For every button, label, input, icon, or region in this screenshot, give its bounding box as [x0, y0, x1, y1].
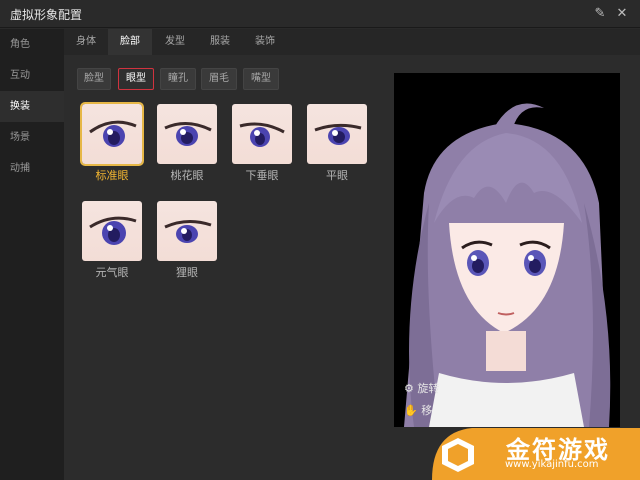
- window: 虚拟形象配置 ✎ ✕ 角色 互动 换装 场景 动捕 身体 脸部 发型 服装 装饰…: [0, 0, 640, 480]
- eye-card-standard[interactable]: [80, 102, 144, 166]
- eye-card-peach[interactable]: [157, 104, 217, 164]
- eye-thumbnail: [89, 216, 137, 245]
- eye-card-droopy[interactable]: [232, 104, 292, 164]
- eye-thumbnail: [314, 123, 362, 145]
- eye-label-energetic: 元气眼: [95, 266, 129, 279]
- sidebar: 角色 互动 换装 场景 动捕: [0, 29, 64, 480]
- eye-thumbnail: [239, 122, 285, 147]
- sidebar-item-mocap[interactable]: 动捕: [0, 153, 64, 184]
- eye-label-droopy: 下垂眼: [245, 169, 279, 182]
- avatar-preview[interactable]: [394, 73, 620, 427]
- title-bar: 虚拟形象配置 ✎ ✕: [0, 0, 640, 28]
- watermark-url: www.yikajinfu.com: [505, 459, 599, 470]
- eye-label-standard: 标准眼: [95, 169, 129, 182]
- eye-thumbnail: [89, 120, 137, 147]
- subtab-pupil[interactable]: 瞳孔: [160, 68, 196, 90]
- eye-label-peach: 桃花眼: [170, 169, 204, 182]
- tab-face[interactable]: 脸部: [108, 29, 152, 55]
- rotate-control[interactable]: ⚙ 旋转: [404, 380, 439, 396]
- eye-card-fox[interactable]: [157, 201, 217, 261]
- sidebar-item-interact[interactable]: 互动: [0, 60, 64, 91]
- sidebar-item-outfit[interactable]: 换装: [0, 91, 64, 122]
- eye-card-energetic[interactable]: [82, 201, 142, 261]
- eye-label-flat: 平眼: [326, 169, 348, 182]
- subtab-eye-shape[interactable]: 眼型: [118, 68, 154, 90]
- tab-clothes[interactable]: 服装: [198, 29, 242, 55]
- close-icon[interactable]: ✕: [612, 4, 632, 24]
- sidebar-item-role[interactable]: 角色: [0, 29, 64, 60]
- eye-thumbnail: [164, 220, 212, 243]
- window-title: 虚拟形象配置: [10, 8, 83, 22]
- rotate-icon: ⚙: [404, 382, 414, 395]
- edit-icon[interactable]: ✎: [590, 4, 610, 24]
- eye-label-fox: 狸眼: [176, 266, 198, 279]
- category-tabs: 身体 脸部 发型 服装 装饰: [64, 29, 640, 55]
- sidebar-item-scene[interactable]: 场景: [0, 122, 64, 153]
- tab-body[interactable]: 身体: [64, 29, 108, 55]
- avatar-illustration: [404, 103, 611, 427]
- eye-thumbnail: [164, 122, 212, 146]
- move-icon: ✋: [404, 404, 418, 417]
- subtab-mouth[interactable]: 嘴型: [243, 68, 279, 90]
- subtab-eyebrow[interactable]: 眉毛: [201, 68, 237, 90]
- eye-card-flat[interactable]: [307, 104, 367, 164]
- move-control[interactable]: ✋ 移: [404, 402, 432, 418]
- tab-accessory[interactable]: 装饰: [243, 29, 287, 55]
- tab-hair[interactable]: 发型: [153, 29, 197, 55]
- subtab-face-shape[interactable]: 脸型: [77, 68, 111, 90]
